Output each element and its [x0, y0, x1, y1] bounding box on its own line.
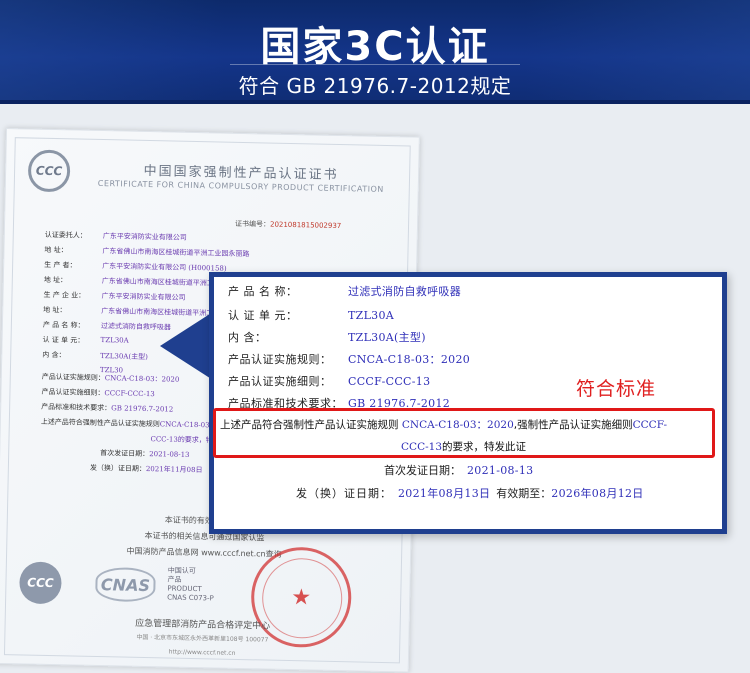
callout-label: 认 证 单 元：: [228, 307, 348, 323]
callout-row: 产品认证实施规则：CNCA-C18-03：2020: [228, 348, 470, 370]
callout-row: 认 证 单 元：TZL30A: [228, 304, 394, 326]
standard-value: CCCF-CCC-13: [104, 389, 154, 398]
field-label: 地 址：: [44, 245, 102, 261]
compliance-annotation: 符合标准: [576, 374, 656, 401]
callout-value: 过滤式消防自救呼吸器: [348, 283, 461, 299]
field-value: 广东平安消防实业有限公司: [103, 231, 187, 248]
statement-prefix: 上述产品符合强制性产品认证实施规则: [220, 419, 399, 431]
standard-label: 产品认证实施细则：: [41, 388, 104, 397]
statement-rule-2-cont: CCC-13: [401, 441, 442, 453]
callout-label: 产品认证实施规则：: [228, 351, 348, 367]
statement-line-1: 上述产品符合强制性产品认证实施规则 CNCA-C18-03：2020,强制性产品…: [220, 417, 667, 432]
callout-value: CCCF-CCC-13: [348, 375, 430, 388]
valid-until-value: 2026年08月12日: [551, 485, 643, 501]
field-label: 认 证 单 元：: [42, 335, 100, 351]
statement-line-2: CCC-13的要求，特发此证: [401, 439, 526, 454]
compliance-highlight-box: 上述产品符合强制性产品认证实施规则 CNCA-C18-03：2020,强制性产品…: [213, 408, 715, 458]
first-issue-row: 首次发证日期： 2021-08-13: [384, 459, 533, 481]
field-label: 生 产 企 业：: [43, 290, 101, 306]
issue-date-row: 发（换）证日期： 2021年08月13日有效期至：2026年08月12日: [296, 482, 644, 504]
field-value: TZL30A: [100, 336, 128, 352]
banner-bottom-edge: [0, 100, 750, 104]
callout-value: TZL30A(主型): [348, 329, 426, 345]
first-issue-value: 2021-08-13: [467, 464, 533, 477]
callout-label: 内 含：: [228, 329, 348, 345]
header-banner: 国家3C认证 符合 GB 21976.7-2012规定: [0, 0, 750, 104]
callout-row: 产 品 名 称：过滤式消防自救呼吸器: [228, 280, 461, 302]
statement-rule-2: CCCF-: [633, 419, 667, 431]
callout-row: 内 含：TZL30A(主型): [228, 326, 426, 348]
zoom-pointer-arrow: [160, 310, 216, 382]
field-label: 地 址：: [43, 305, 101, 321]
banner-subtitle: 符合 GB 21976.7-2012规定: [0, 70, 750, 99]
issue-date-label: 发（换）证日期：: [296, 485, 392, 501]
statement-suffix: 的要求，特发此证: [442, 441, 526, 453]
standard-value: 2021年11月08日: [146, 465, 203, 474]
standard-value: 2021-08-13: [149, 450, 190, 459]
standard-label: 产品标准和技术要求：: [41, 403, 111, 412]
first-issue-label: 首次发证日期：: [384, 462, 461, 478]
field-label: 生 产 者：: [44, 260, 102, 276]
standard-label: 产品认证实施规则：: [42, 373, 105, 382]
field-label: 地 址：: [44, 275, 102, 291]
callout-row: 产品认证实施细则：CCCF-CCC-13: [228, 370, 430, 392]
cnas-accreditation: 中国认可 产品 PRODUCT CNAS C073-P: [167, 566, 214, 603]
certificate-number-value: 2021081815002937: [270, 221, 341, 230]
standard-label: 上述产品符合强制性产品认证实施规则: [41, 418, 160, 428]
note-source: 中国消防产品信息网: [127, 547, 199, 558]
field-label: 内 含：: [42, 350, 100, 366]
field-label: 产 品 名 称：: [43, 320, 101, 336]
field-value: TZL30A(主型): [100, 351, 148, 367]
callout-label: 产品认证实施细则：: [228, 373, 348, 389]
field-value: 广东平安消防实业有限公司: [101, 291, 185, 308]
statement-rule: CNCA-C18-03：2020: [402, 419, 514, 431]
standard-label: 首次发证日期：: [100, 449, 149, 458]
cnas-mark-icon: CNAS: [95, 567, 156, 602]
cnas-line: CNAS C073-P: [167, 593, 214, 603]
callout-value: TZL30A: [348, 309, 394, 322]
callout-label: 产 品 名 称：: [228, 283, 348, 299]
standard-value: GB 21976.7-2012: [111, 404, 173, 413]
banner-divider: [230, 64, 520, 65]
certificate-footer: 应急管理部消防产品合格评定中心 中国 · 北京市东城区永外西革新里108号 10…: [0, 614, 409, 665]
callout-value: CNCA-C18-03：2020: [348, 351, 470, 367]
valid-until-label: 有效期至：: [496, 485, 551, 501]
issue-date-value: 2021年08月13日: [398, 485, 490, 501]
standard-label: 发（换）证日期：: [90, 464, 146, 473]
certificate-number-label: 证书编号：: [235, 220, 270, 229]
statement-mid: ,强制性产品认证实施细则: [514, 419, 633, 431]
field-label: 认证委托人：: [45, 230, 103, 246]
